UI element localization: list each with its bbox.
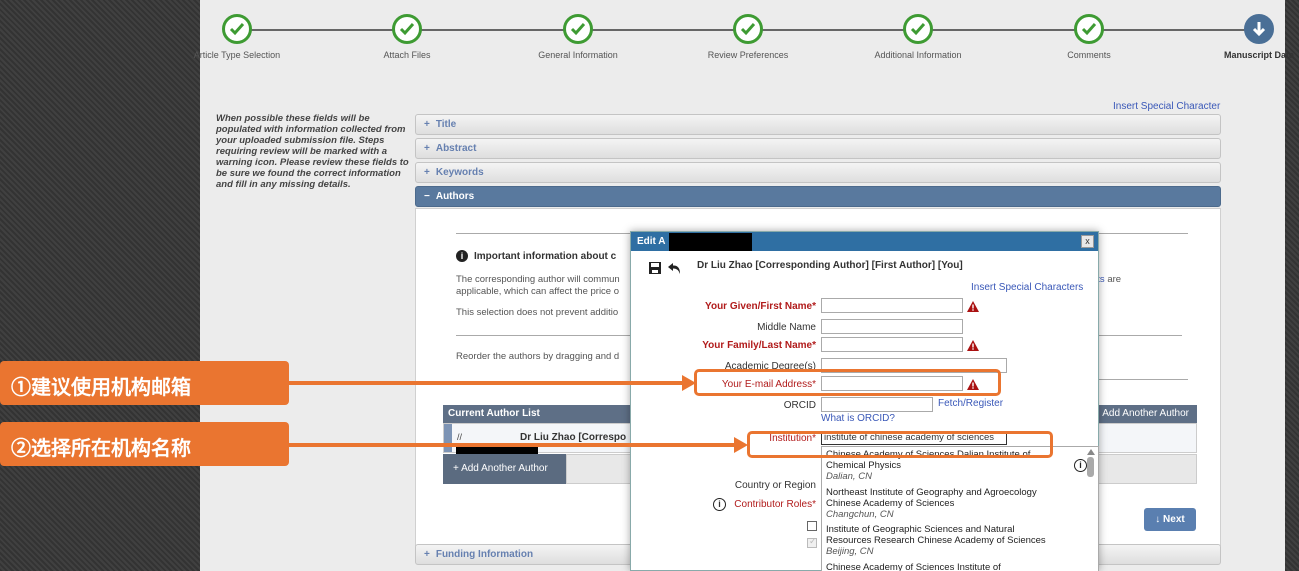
middle-name-input[interactable] [821,319,963,334]
author-name: Dr Liu Zhao [Correspo [520,432,627,443]
collapse-icon: − [424,191,430,202]
step-article-type-selection[interactable]: Article Type Selection [187,14,287,60]
info-paragraph-line1: The corresponding author will commun [456,274,620,285]
step-additional-information[interactable]: Additional Information [868,14,968,60]
info-icon[interactable]: i [1074,459,1087,472]
list-item[interactable]: Chinese Academy of Sciences Institute of… [826,562,1052,571]
middle-name-label: Middle Name [757,322,816,333]
expand-icon: + [424,143,430,154]
highlight-institution-field [747,431,1053,458]
submission-page: Article Type Selection Attach Files Gene… [194,0,1294,571]
step-general-information[interactable]: General Information [528,14,628,60]
warning-icon [967,301,979,312]
drag-handle[interactable] [444,424,452,452]
given-name-label: Your Given/First Name* [705,301,816,312]
help-text: When possible these fields will be popul… [216,113,409,190]
info-icon: i [456,250,468,262]
add-another-author-button[interactable]: + Add Another Author [443,454,566,484]
check-icon [1074,14,1104,44]
next-button[interactable]: ↓ Next [1144,508,1196,531]
divider [1096,379,1188,380]
section-title-label: Title [435,119,457,130]
orcid-label: ORCID [783,400,816,411]
callout-select-institution: ②选择所在机构名称 [0,422,289,466]
check-icon [903,14,933,44]
step-comments[interactable]: Comments [1039,14,1139,60]
check-icon [392,14,422,44]
step-label: Comments [1067,50,1111,60]
fetch-register-link[interactable]: Fetch/Register [938,398,1003,409]
what-is-orcid-link[interactable]: What is ORCID? [821,413,895,424]
check-icon [222,14,252,44]
edit-author-modal: Edit A x Dr Liu Zhao [Corresponding Auth… [630,231,1099,571]
step-attach-files[interactable]: Attach Files [357,14,457,60]
list-item[interactable]: Institute of Geographic Sciences and Nat… [826,524,1052,557]
institution-suggestions: Chinese Academy of Sciences Dalian Insti… [821,446,1099,571]
contributor-checkbox-disabled [807,536,817,548]
step-label: Article Type Selection [193,50,281,60]
scrollbar-thumb[interactable] [1087,457,1094,477]
step-review-preferences[interactable]: Review Preferences [698,14,798,60]
insert-special-characters-link[interactable]: Insert Special Characters [971,282,1083,293]
step-manuscript-data[interactable]: Manuscript Data [1209,14,1299,60]
add-another-author-link[interactable]: Add Another Author [1102,408,1189,419]
step-label: Attach Files [383,50,431,60]
list-item[interactable]: Northeast Institute of Geography and Agr… [826,487,1052,520]
callout-arrow-line [289,381,683,385]
left-background [0,0,200,571]
save-icon[interactable] [649,262,661,274]
section-authors-label: Authors [435,191,475,202]
country-region-label: Country or Region [734,480,816,491]
section-abstract[interactable]: + Abstract [415,138,1221,159]
important-info-title: i Important information about c [456,250,616,262]
section-authors[interactable]: − Authors [415,186,1221,207]
right-background [1285,0,1299,571]
callout-use-institutional-email: ①建议使用机构邮箱 [0,361,289,405]
expand-icon: + [424,119,430,130]
step-label: General Information [538,50,618,60]
highlight-email-field [694,369,1001,396]
close-icon[interactable]: x [1081,235,1094,248]
reorder-instructions: Reorder the authors by dragging and d [456,351,620,362]
contributor-checkbox[interactable] [807,521,817,531]
family-name-input[interactable] [821,337,963,352]
undo-icon[interactable] [668,263,681,274]
arrow-down-icon: ↓ [1155,514,1164,525]
info-icon[interactable]: i [713,498,726,511]
modal-author-name: Dr Liu Zhao [Corresponding Author] [Firs… [697,260,963,271]
family-name-label: Your Family/Last Name* [702,340,816,351]
warning-icon [967,340,979,351]
insert-special-character-link[interactable]: Insert Special Character [1113,101,1220,112]
info-paragraph-2: This selection does not prevent additio [456,307,619,318]
section-keywords-label: Keywords [435,167,484,178]
expand-icon: + [424,167,430,178]
orcid-input[interactable] [821,397,933,412]
check-icon [563,14,593,44]
section-abstract-label: Abstract [435,143,477,154]
redaction-bar [669,233,752,251]
scroll-up-icon[interactable] [1087,449,1095,455]
step-label: Additional Information [874,50,962,60]
row-edit-mark: // [457,432,463,442]
expand-icon: + [424,549,430,560]
contributor-roles-label: Contributor Roles* [734,499,816,510]
check-icon [733,14,763,44]
given-name-input[interactable] [821,298,963,313]
arrow-down-icon [1244,14,1274,44]
section-title[interactable]: + Title [415,114,1221,135]
callout-arrow-head [734,437,748,453]
step-label: Review Preferences [707,50,789,60]
info-paragraph-line2: applicable, which can affect the price o [456,286,620,297]
callout-arrow-line [289,443,735,447]
section-keywords[interactable]: + Keywords [415,162,1221,183]
step-label: Manuscript Data [1223,50,1294,60]
